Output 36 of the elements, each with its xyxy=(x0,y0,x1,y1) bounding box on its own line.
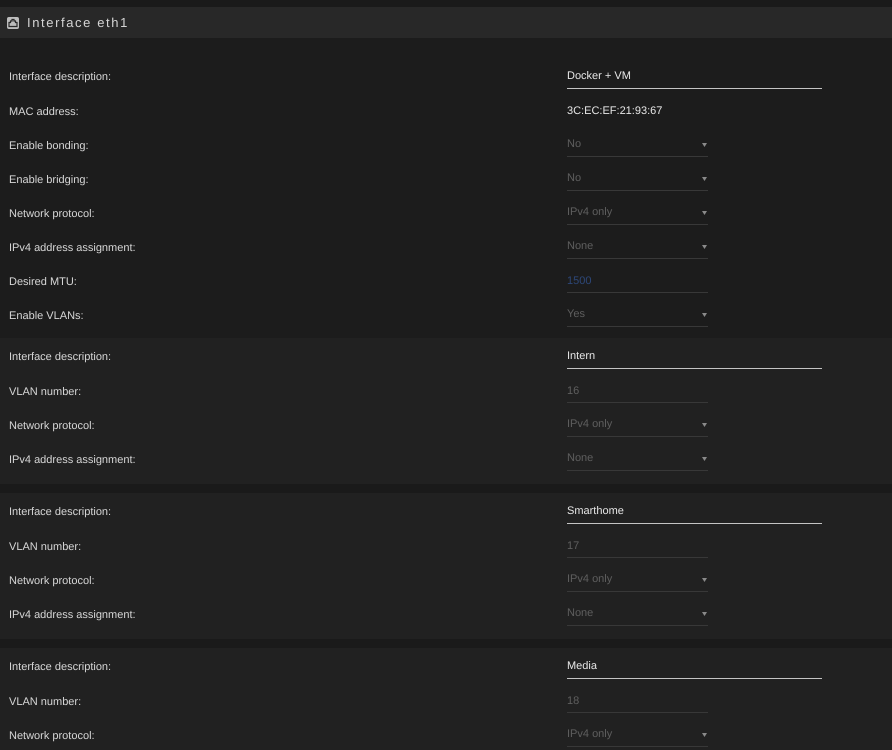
field-label: IPv4 address assignment: xyxy=(9,609,136,621)
text-field[interactable]: Docker + VM xyxy=(567,63,822,89)
field-label: Network protocol: xyxy=(9,575,95,587)
caret-icon xyxy=(702,244,707,248)
field-label: Interface description: xyxy=(9,506,112,518)
caret-icon xyxy=(702,578,707,582)
text-field[interactable]: Smarthome xyxy=(567,498,822,524)
field-label: Enable bonding: xyxy=(9,140,89,152)
field-label: IPv4 address assignment: xyxy=(9,242,136,254)
caret-icon xyxy=(702,612,707,616)
field-label: Interface description: xyxy=(9,661,112,673)
text-field[interactable]: Intern xyxy=(567,343,822,369)
ethernet-port-icon xyxy=(7,16,19,28)
field-label: VLAN number: xyxy=(9,696,82,708)
caret-icon xyxy=(702,456,707,460)
caret-icon xyxy=(702,210,707,214)
caret-icon xyxy=(702,176,707,180)
value-text: 3C:EC:EF:21:93:67 xyxy=(567,104,662,119)
field-label: Enable VLANs: xyxy=(9,310,84,322)
text-field[interactable]: Media xyxy=(567,653,822,679)
field-label: IPv4 address assignment: xyxy=(9,454,136,466)
caret-icon xyxy=(702,732,707,736)
field-label: Desired MTU: xyxy=(9,276,77,288)
caret-icon xyxy=(702,142,707,146)
field-label: Network protocol: xyxy=(9,420,95,432)
field-label: Network protocol: xyxy=(9,730,95,742)
field-label: Interface description: xyxy=(9,351,112,363)
caret-icon xyxy=(702,422,707,426)
caret-icon xyxy=(702,312,707,316)
panel-title: Interface eth1 xyxy=(27,14,129,32)
field-label: MAC address: xyxy=(9,106,79,118)
field-label: Interface description: xyxy=(9,71,112,83)
field-label: VLAN number: xyxy=(9,386,82,398)
field-label: Network protocol: xyxy=(9,208,95,220)
field-label: VLAN number: xyxy=(9,541,82,553)
field-label: Enable bridging: xyxy=(9,174,89,186)
